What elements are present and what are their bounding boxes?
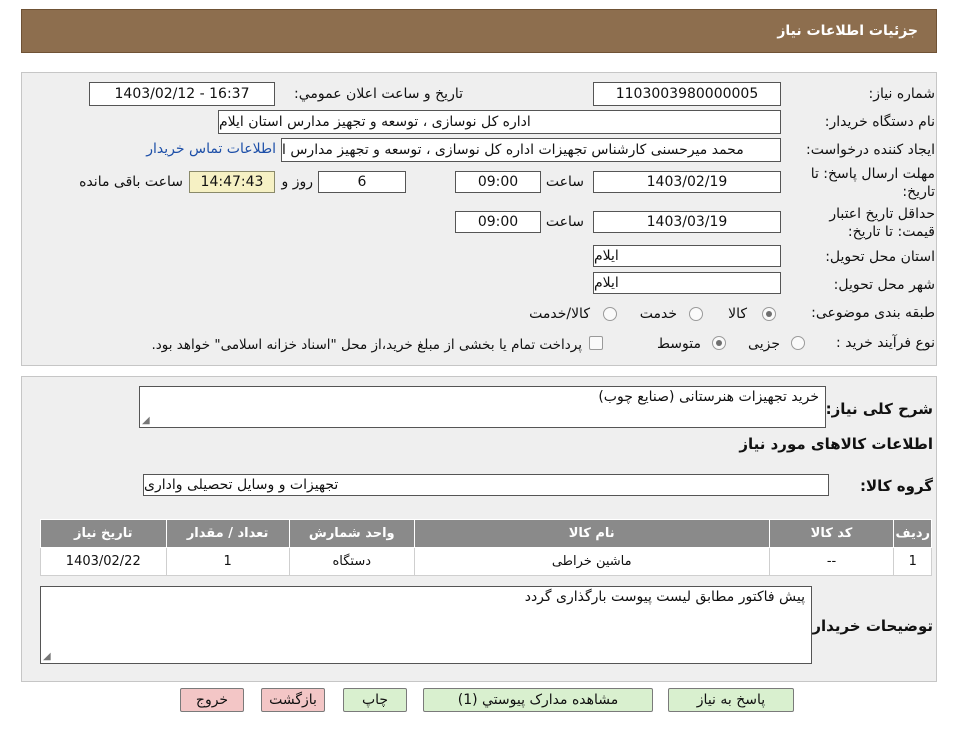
treasury-checkbox[interactable]	[589, 336, 603, 350]
process-radio-minor[interactable]	[791, 336, 805, 350]
reply-button[interactable]: پاسخ به نیاز	[668, 688, 794, 712]
process-option-medium: متوسط	[657, 336, 701, 352]
validity-time-label: ساعت	[545, 214, 584, 230]
page-header: جزئیات اطلاعات نیاز	[21, 9, 937, 53]
view-attachments-button[interactable]: مشاهده مدارک پیوستي (1)	[423, 688, 653, 712]
col-goods-code: کد کالا	[768, 519, 895, 548]
validity-label-line1: حداقل تاریخ اعتبار	[829, 206, 935, 222]
page-title: جزئیات اطلاعات نیاز	[777, 23, 918, 39]
buyer-org-label: نام دستگاه خریدار:	[824, 114, 935, 130]
province-field: ایلام	[593, 245, 781, 267]
col-goods-name: نام کالا	[413, 519, 770, 548]
category-radio-service[interactable]	[689, 307, 703, 321]
process-radio-medium[interactable]	[712, 336, 726, 350]
buyer-org-field: اداره کل نوسازی ، توسعه و تجهیز مدارس اس…	[218, 110, 781, 134]
resize-grip-icon[interactable]: ◢	[142, 415, 150, 426]
announce-field: 1403/02/12 - 16:37	[89, 82, 275, 106]
buyer-notes-label: توضیحات خریدار:	[806, 617, 933, 635]
process-label: نوع فرآیند خرید :	[836, 335, 935, 351]
table-row: 1 -- ماشین خراطی دستگاه 1 1403/02/22	[40, 547, 932, 576]
category-radio-goods[interactable]	[762, 307, 776, 321]
resize-grip-icon[interactable]: ◢	[43, 651, 51, 662]
buyer-contact-link[interactable]: اطلاعات تماس خریدار	[146, 141, 276, 157]
summary-label: شرح کلی نیاز:	[825, 400, 933, 418]
validity-date-field: 1403/03/19	[593, 211, 781, 233]
remaining-label: ساعت باقی مانده	[79, 174, 183, 190]
need-number-field: 1103003980000005	[593, 82, 781, 106]
deadline-date-field: 1403/02/19	[593, 171, 781, 193]
cell-goods-code: --	[768, 547, 895, 576]
buyer-notes-textarea: پیش فاکتور مطابق لیست پیوست بارگذاری گرد…	[40, 586, 812, 664]
days-field: 6	[318, 171, 406, 193]
col-row-number: ردیف	[893, 519, 932, 548]
remaining-time-field: 14:47:43	[189, 171, 275, 193]
cell-need-date: 1403/02/22	[40, 547, 167, 576]
creator-field: محمد میرحسنی کارشناس تجهیزات اداره کل نو…	[281, 138, 781, 162]
cell-goods-name: ماشین خراطی	[413, 547, 770, 576]
category-radio-goods-service[interactable]	[603, 307, 617, 321]
category-label: طبقه بندی موضوعی:	[811, 305, 935, 321]
category-option-goods-service: کالا/خدمت	[529, 306, 590, 322]
back-button[interactable]: بازگشت	[261, 688, 325, 712]
creator-label: ایجاد کننده درخواست:	[806, 142, 935, 158]
deadline-label-line1: مهلت ارسال پاسخ: تا	[810, 166, 935, 182]
deadline-label-line2: تاریخ:	[902, 184, 935, 200]
items-table-wrap: ردیف کد کالا نام کالا واحد شمارش تعداد /…	[40, 519, 932, 576]
category-option-service: خدمت	[639, 306, 677, 322]
summary-textarea: خرید تجهیزات هنرستانی (صنایع چوب) ◢	[139, 386, 826, 428]
announce-label: تاریخ و ساعت اعلان عمومي:	[294, 86, 463, 102]
col-unit: واحد شمارش	[288, 519, 415, 548]
validity-time-field: 09:00	[455, 211, 541, 233]
table-header-row: ردیف کد کالا نام کالا واحد شمارش تعداد /…	[40, 519, 932, 548]
city-field: ایلام	[593, 272, 781, 294]
cell-quantity: 1	[165, 547, 290, 576]
col-quantity: تعداد / مقدار	[165, 519, 290, 548]
print-button[interactable]: چاپ	[343, 688, 407, 712]
summary-text: خرید تجهیزات هنرستانی (صنایع چوب)	[598, 389, 819, 405]
payment-note: پرداخت تمام یا بخشی از مبلغ خرید،از محل …	[151, 337, 582, 353]
cell-row-number: 1	[893, 547, 932, 576]
need-number-label: شماره نیاز:	[868, 86, 936, 102]
buyer-notes-text: پیش فاکتور مطابق لیست پیوست بارگذاری گرد…	[524, 589, 805, 605]
process-option-minor: جزیی	[748, 336, 780, 352]
city-label: شهر محل تحویل:	[833, 277, 935, 293]
days-label: روز و	[281, 174, 314, 190]
deadline-time-label: ساعت	[545, 174, 584, 190]
deadline-time-field: 09:00	[455, 171, 541, 193]
goods-group-label: گروه کالا:	[860, 477, 933, 495]
goods-group-field: تجهیزات و وسایل تحصیلی واداری	[143, 474, 829, 496]
cell-unit: دستگاه	[288, 547, 415, 576]
items-table: ردیف کد کالا نام کالا واحد شمارش تعداد /…	[40, 519, 932, 576]
col-need-date: تاریخ نیاز	[40, 519, 167, 548]
exit-button[interactable]: خروج	[180, 688, 244, 712]
validity-label-line2: قیمت: تا تاریخ:	[847, 224, 935, 240]
province-label: استان محل تحویل:	[825, 249, 935, 265]
category-option-goods: کالا	[728, 306, 747, 322]
goods-info-title: اطلاعات کالاهای مورد نیاز	[739, 435, 933, 453]
